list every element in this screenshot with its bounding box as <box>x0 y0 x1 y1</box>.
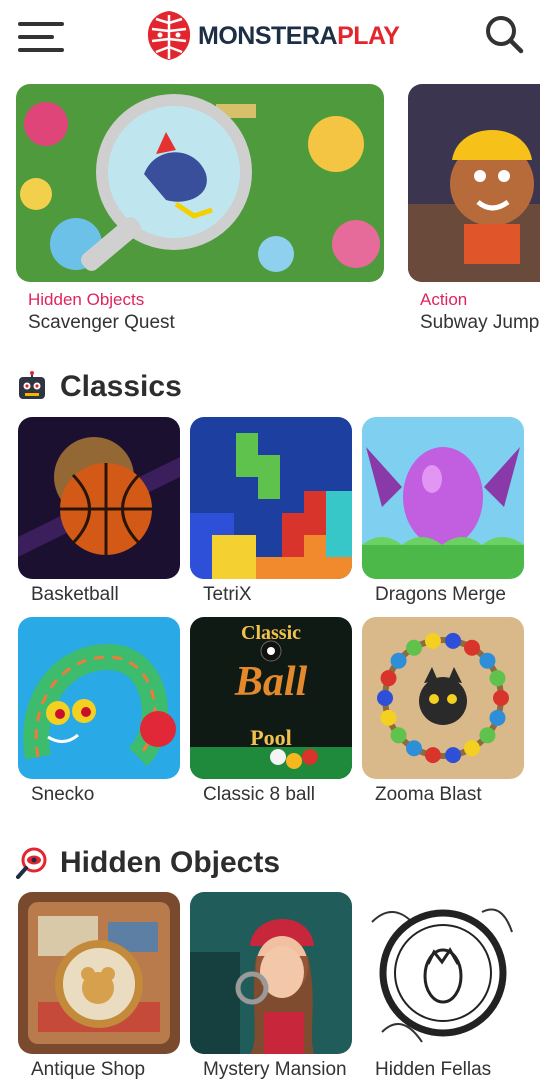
game-name[interactable]: Hidden Fellas <box>362 1059 524 1081</box>
zooma-ball <box>479 727 496 744</box>
featured-card-subway-jump[interactable]: Action Subway Jump <box>408 84 540 334</box>
game-tile-basketball[interactable]: Basketball <box>18 417 180 606</box>
antique-shop-thumbnail[interactable] <box>18 892 180 1054</box>
game-name[interactable]: Snecko <box>18 784 180 806</box>
robot-icon <box>19 371 45 399</box>
zooma-ball <box>390 727 407 744</box>
zooma-ball <box>489 709 506 726</box>
mystery-mansion-thumbnail[interactable] <box>190 892 352 1054</box>
monsteraplay-logo[interactable]: MONSTERAPLAY <box>146 8 400 64</box>
basketball-thumbnail[interactable] <box>18 417 180 579</box>
ball-logo-text: Ball <box>234 659 308 705</box>
game-tile-hidden-fellas[interactable]: Hidden Fellas <box>362 892 524 1081</box>
game-name[interactable]: Mystery Mansion <box>190 1059 352 1081</box>
zooma-ball <box>380 709 397 726</box>
game-name[interactable]: Dragons Merge <box>362 584 524 606</box>
zooma-blast-thumbnail[interactable] <box>362 617 524 779</box>
zooma-ball <box>464 639 480 656</box>
featured-carousel[interactable]: Hidden Objects Scavenger Quest Action Su… <box>0 84 540 336</box>
featured-card-scavenger-quest[interactable]: Hidden Objects Scavenger Quest <box>16 84 384 334</box>
featured-title[interactable]: Scavenger Quest <box>16 312 384 334</box>
section-title: Classics <box>60 370 182 403</box>
game-name[interactable]: TetriX <box>190 584 352 606</box>
zooma-ball <box>464 740 480 757</box>
zooma-ball <box>406 740 422 757</box>
zooma-ball <box>377 690 393 706</box>
zooma-ball <box>445 747 462 764</box>
zooma-ball <box>479 652 496 669</box>
monstera-leaf-icon <box>147 11 191 60</box>
zooma-ball <box>380 670 397 687</box>
pool-logo-text: Pool <box>250 725 292 750</box>
featured-category[interactable]: Hidden Objects <box>16 290 384 310</box>
app-header: MONSTERAPLAY <box>0 0 540 72</box>
game-tile-classic-8-ball[interactable]: Classic Ball Pool Classic 8 ball <box>190 617 352 806</box>
game-name[interactable]: Antique Shop <box>18 1059 180 1081</box>
hidden-fellas-thumbnail[interactable] <box>362 892 524 1054</box>
snecko-thumbnail[interactable] <box>18 617 180 779</box>
zooma-ball <box>424 747 441 764</box>
game-name[interactable]: Basketball <box>18 584 180 606</box>
subway-jump-thumbnail[interactable] <box>408 84 540 282</box>
game-name[interactable]: Zooma Blast <box>362 784 524 806</box>
classic-8-ball-thumbnail[interactable]: Classic Ball Pool <box>190 617 352 779</box>
zooma-ball <box>406 639 422 656</box>
zooma-ball <box>489 670 506 687</box>
logo-text: MONSTERAPLAY <box>198 21 400 50</box>
game-tile-snecko[interactable]: Snecko <box>18 617 180 806</box>
zooma-ball <box>424 632 441 649</box>
magnifier-eye-icon <box>16 847 47 879</box>
game-name[interactable]: Classic 8 ball <box>190 784 352 806</box>
dragons-merge-thumbnail[interactable] <box>362 417 524 579</box>
hamburger-menu-icon[interactable] <box>18 20 64 54</box>
search-icon[interactable] <box>484 14 524 54</box>
game-tile-antique-shop[interactable]: Antique Shop <box>18 892 180 1081</box>
game-tile-dragons-merge[interactable]: Dragons Merge <box>362 417 524 606</box>
section-header-hidden-objects: Hidden Objects <box>16 846 280 880</box>
featured-title[interactable]: Subway Jump <box>408 312 540 334</box>
section-header-classics: Classics <box>16 370 182 404</box>
game-tile-mystery-mansion[interactable]: Mystery Mansion <box>190 892 352 1081</box>
zooma-ball <box>493 690 509 706</box>
zooma-ball <box>445 632 462 649</box>
tetrix-thumbnail[interactable] <box>190 417 352 579</box>
zooma-ball <box>390 652 407 669</box>
section-title: Hidden Objects <box>60 846 281 879</box>
game-tile-tetrix[interactable]: TetriX <box>190 417 352 606</box>
scavenger-quest-thumbnail[interactable] <box>16 84 384 282</box>
game-tile-zooma-blast[interactable]: Zooma Blast <box>362 617 524 806</box>
featured-category[interactable]: Action <box>408 290 540 310</box>
